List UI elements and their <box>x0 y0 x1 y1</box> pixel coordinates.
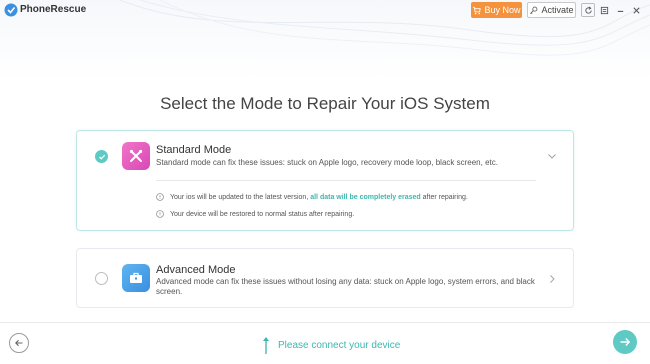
checkmark-icon <box>98 154 105 160</box>
advanced-mode-card[interactable]: Advanced Mode Advanced mode can fix thes… <box>76 248 574 308</box>
buy-now-label: Buy Now <box>484 5 521 15</box>
standard-mode-icon <box>122 142 150 170</box>
menu-icon <box>600 6 608 14</box>
page-title: Select the Mode to Repair Your iOS Syste… <box>160 94 490 113</box>
footer-divider <box>0 322 650 323</box>
refresh-icon <box>584 6 592 14</box>
refresh-button[interactable] <box>581 3 595 17</box>
key-icon <box>530 6 538 14</box>
close-icon <box>632 6 640 14</box>
tools-icon <box>129 149 143 162</box>
arrow-left-icon <box>15 339 23 347</box>
standard-mode-card[interactable]: Standard Mode Standard mode can fix thes… <box>76 130 574 231</box>
advanced-mode-description: Advanced mode can fix these issues witho… <box>156 277 535 296</box>
info-icon <box>156 193 164 201</box>
title-bar: PhoneRescue Buy Now Activate <box>0 0 650 22</box>
standard-mode-radio[interactable] <box>95 150 108 163</box>
erase-warning-highlight: all data will be completely erased <box>310 193 421 201</box>
activate-label: Activate <box>541 5 574 15</box>
cart-icon <box>473 6 482 14</box>
restore-note: Your device will be restored to normal s… <box>156 210 354 218</box>
close-button[interactable] <box>629 3 643 17</box>
chevron-down-icon[interactable] <box>547 151 557 161</box>
card-divider <box>156 180 536 181</box>
next-button[interactable] <box>613 330 637 354</box>
connect-device-prompt: Please connect your device <box>262 335 400 355</box>
phonerescue-window: PhoneRescue Buy Now Activate Select the … <box>0 0 650 364</box>
restore-note-text: Your device will be restored to normal s… <box>170 210 355 218</box>
app-title: PhoneRescue <box>20 4 87 15</box>
menu-button[interactable] <box>597 3 611 17</box>
chevron-right-icon[interactable] <box>547 274 557 284</box>
advanced-mode-radio[interactable] <box>95 272 108 285</box>
erase-warning-suffix: after repairing. <box>420 193 468 201</box>
info-icon <box>156 210 164 218</box>
advanced-mode-icon <box>122 264 150 292</box>
minimize-icon <box>617 10 623 12</box>
arrow-right-icon <box>620 338 631 346</box>
minimize-button[interactable] <box>613 3 627 17</box>
standard-mode-description: Standard mode can fix these issues: stuc… <box>156 158 498 167</box>
buy-now-button[interactable]: Buy Now <box>471 2 522 18</box>
toolbox-icon <box>130 272 142 283</box>
connect-device-text: Please connect your device <box>278 339 401 351</box>
back-button[interactable] <box>9 333 29 353</box>
erase-warning-text: Your ios will be updated to the latest v… <box>170 194 468 201</box>
standard-mode-title: Standard Mode <box>156 144 232 156</box>
erase-warning-prefix: Your ios will be updated to the latest v… <box>170 193 311 201</box>
usb-cable-icon <box>263 337 269 354</box>
advanced-mode-title: Advanced Mode <box>156 264 236 276</box>
erase-warning: Your ios will be updated to the latest v… <box>156 193 468 201</box>
activate-button[interactable]: Activate <box>527 2 576 18</box>
phonerescue-logo-icon <box>4 3 18 17</box>
